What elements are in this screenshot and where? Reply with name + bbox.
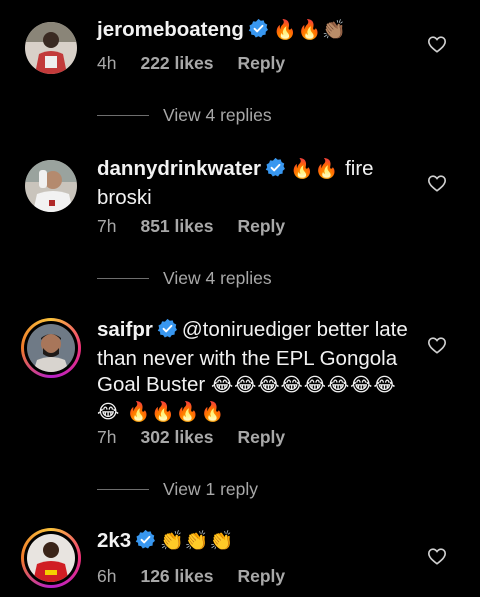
verified-badge-icon (265, 157, 286, 185)
username[interactable]: dannydrinkwater (97, 157, 261, 180)
divider (97, 277, 149, 279)
divider (97, 114, 149, 116)
comment-text: jeromeboateng 🔥🔥👏🏽 (97, 17, 412, 46)
comment-meta: 6h 126 likes Reply (97, 566, 309, 587)
view-replies-label: View 4 replies (163, 104, 272, 125)
comment-text: 2k3 👏👏👏 (97, 528, 412, 557)
comment-text: saifpr @toniruediger better late than nev… (97, 317, 412, 426)
avatar-story-ring[interactable] (21, 318, 81, 378)
view-replies-label: View 4 replies (163, 267, 272, 288)
avatar (27, 324, 75, 372)
verified-badge-icon (157, 318, 178, 346)
view-replies-link[interactable]: View 4 replies (97, 265, 272, 291)
avatar-story-ring[interactable] (21, 528, 81, 588)
comment-meta: 4h 222 likes Reply (97, 53, 309, 74)
avatar[interactable] (25, 160, 77, 212)
reply-button[interactable]: Reply (237, 53, 285, 73)
comment-meta: 7h 851 likes Reply (97, 216, 309, 237)
view-replies-link[interactable]: View 1 reply (97, 476, 258, 502)
likes-count[interactable]: 222 likes (140, 53, 213, 73)
timestamp: 6h (97, 566, 117, 586)
reply-button[interactable]: Reply (237, 566, 285, 586)
emoji-text: 👏👏👏 (160, 531, 235, 552)
avatar[interactable] (25, 22, 77, 74)
heart-outline-icon[interactable] (427, 35, 447, 53)
verified-badge-icon (248, 18, 269, 46)
comment-meta: 7h 302 likes Reply (97, 427, 309, 448)
verified-badge-icon (135, 529, 156, 557)
heart-outline-icon[interactable] (427, 336, 447, 354)
username[interactable]: saifpr (97, 318, 153, 341)
avatar (27, 534, 75, 582)
view-replies-link[interactable]: View 4 replies (97, 102, 272, 128)
username[interactable]: 2k3 (97, 529, 131, 552)
reply-button[interactable]: Reply (237, 216, 285, 236)
username[interactable]: jeromeboateng (97, 18, 244, 41)
timestamp: 4h (97, 53, 117, 73)
reply-button[interactable]: Reply (237, 427, 285, 447)
comment-text: dannydrinkwater 🔥🔥 fire broski (97, 156, 412, 211)
timestamp: 7h (97, 427, 117, 447)
emoji-text: 🔥🔥 (290, 159, 340, 180)
emoji-text: 🔥🔥👏🏽 (272, 20, 347, 41)
divider (97, 488, 149, 490)
heart-outline-icon[interactable] (427, 174, 447, 192)
view-replies-label: View 1 reply (163, 478, 259, 499)
likes-count[interactable]: 302 likes (140, 427, 213, 447)
heart-outline-icon[interactable] (427, 547, 447, 565)
timestamp: 7h (97, 216, 117, 236)
likes-count[interactable]: 851 likes (140, 216, 213, 236)
likes-count[interactable]: 126 likes (140, 566, 213, 586)
